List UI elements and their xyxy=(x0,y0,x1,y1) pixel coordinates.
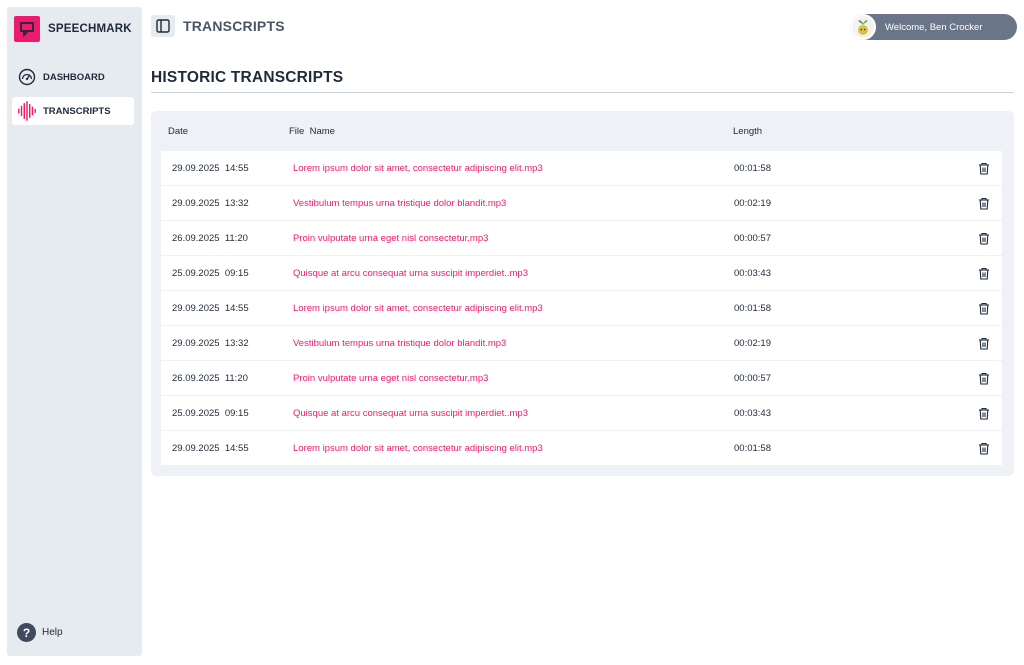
row-date: 29.09.2025 14:55 xyxy=(172,163,249,174)
row-date: 29.09.2025 13:32 xyxy=(172,338,249,349)
row-length: 00:02:19 xyxy=(734,338,771,349)
row-file-link[interactable]: Proin vulputate urna eget nisl consectet… xyxy=(293,233,488,244)
trash-icon[interactable] xyxy=(976,265,992,281)
sidebar-toggle-button[interactable] xyxy=(151,15,175,37)
help-link[interactable]: ? Help xyxy=(17,623,63,642)
row-length: 00:03:43 xyxy=(734,408,771,419)
table-header: Date File Name Length xyxy=(151,111,1014,151)
row-date: 25.09.2025 09:15 xyxy=(172,268,249,279)
row-file-link[interactable]: Vestibulum tempus urna tristique dolor b… xyxy=(293,338,506,349)
sidebar-item-transcripts[interactable]: TRANSCRIPTS xyxy=(12,97,134,125)
row-length: 00:03:43 xyxy=(734,268,771,279)
row-file-link[interactable]: Proin vulputate urna eget nisl consectet… xyxy=(293,373,488,384)
table-row[interactable]: 25.09.2025 09:15 Quisque at arcu consequ… xyxy=(161,256,1002,290)
table-row[interactable]: 29.09.2025 14:55 Lorem ipsum dolor sit a… xyxy=(161,151,1002,185)
divider xyxy=(151,92,1014,93)
row-date: 26.09.2025 11:20 xyxy=(172,373,248,384)
column-header-date[interactable]: Date xyxy=(168,126,188,137)
avatar xyxy=(850,14,876,40)
row-length: 00:02:19 xyxy=(734,198,771,209)
user-menu-button[interactable]: Welcome, Ben Crocker xyxy=(850,14,1017,40)
brand[interactable]: SPEECHMARK xyxy=(14,16,132,42)
trash-icon[interactable] xyxy=(976,160,992,176)
waveform-icon xyxy=(17,101,37,121)
table-row[interactable]: 26.09.2025 11:20 Proin vulputate urna eg… xyxy=(161,221,1002,255)
speech-bubble-logo-icon xyxy=(14,16,40,42)
panel-left-icon xyxy=(156,19,170,33)
row-length: 00:01:58 xyxy=(734,443,771,454)
question-icon: ? xyxy=(17,623,36,642)
row-length: 00:01:58 xyxy=(734,303,771,314)
brand-name: SPEECHMARK xyxy=(48,23,132,35)
row-length: 00:00:57 xyxy=(734,373,771,384)
avatar-illustration-icon xyxy=(858,20,868,35)
row-file-link[interactable]: Quisque at arcu consequat urna suscipit … xyxy=(293,408,528,419)
row-date: 29.09.2025 14:55 xyxy=(172,443,249,454)
user-greeting: Welcome, Ben Crocker xyxy=(885,21,983,33)
sidebar-item-dashboard[interactable]: DASHBOARD xyxy=(12,63,134,91)
transcripts-table: Date File Name Length 29.09.2025 14:55 L… xyxy=(151,111,1014,476)
row-length: 00:00:57 xyxy=(734,233,771,244)
row-date: 29.09.2025 13:32 xyxy=(172,198,249,209)
sidebar: SPEECHMARK DASHBOARD TRANSCRIPTS ? Help xyxy=(7,7,142,656)
sidebar-item-label: DASHBOARD xyxy=(43,71,105,83)
trash-icon[interactable] xyxy=(976,230,992,246)
page-title: TRANSCRIPTS xyxy=(183,18,285,34)
row-file-link[interactable]: Lorem ipsum dolor sit amet, consectetur … xyxy=(293,443,543,454)
trash-icon[interactable] xyxy=(976,405,992,421)
table-row[interactable]: 29.09.2025 13:32 Vestibulum tempus urna … xyxy=(161,326,1002,360)
trash-icon[interactable] xyxy=(976,300,992,316)
row-file-link[interactable]: Lorem ipsum dolor sit amet, consectetur … xyxy=(293,303,543,314)
help-label: Help xyxy=(42,627,63,638)
row-file-link[interactable]: Quisque at arcu consequat urna suscipit … xyxy=(293,268,528,279)
row-date: 25.09.2025 09:15 xyxy=(172,408,249,419)
trash-icon[interactable] xyxy=(976,440,992,456)
table-row[interactable]: 29.09.2025 14:55 Lorem ipsum dolor sit a… xyxy=(161,431,1002,465)
trash-icon[interactable] xyxy=(976,195,992,211)
row-date: 26.09.2025 11:20 xyxy=(172,233,248,244)
speedometer-icon xyxy=(17,67,37,87)
column-header-file-name[interactable]: File Name xyxy=(289,126,335,137)
trash-icon[interactable] xyxy=(976,335,992,351)
table-row[interactable]: 25.09.2025 09:15 Quisque at arcu consequ… xyxy=(161,396,1002,430)
row-date: 29.09.2025 14:55 xyxy=(172,303,249,314)
row-length: 00:01:58 xyxy=(734,163,771,174)
row-file-link[interactable]: Vestibulum tempus urna tristique dolor b… xyxy=(293,198,506,209)
trash-icon[interactable] xyxy=(976,370,992,386)
sidebar-item-label: TRANSCRIPTS xyxy=(43,105,111,117)
column-header-length[interactable]: Length xyxy=(733,126,762,137)
section-heading: HISTORIC TRANSCRIPTS xyxy=(151,69,344,86)
table-row[interactable]: 26.09.2025 11:20 Proin vulputate urna eg… xyxy=(161,361,1002,395)
row-file-link[interactable]: Lorem ipsum dolor sit amet, consectetur … xyxy=(293,163,543,174)
table-row[interactable]: 29.09.2025 13:32 Vestibulum tempus urna … xyxy=(161,186,1002,220)
table-row[interactable]: 29.09.2025 14:55 Lorem ipsum dolor sit a… xyxy=(161,291,1002,325)
